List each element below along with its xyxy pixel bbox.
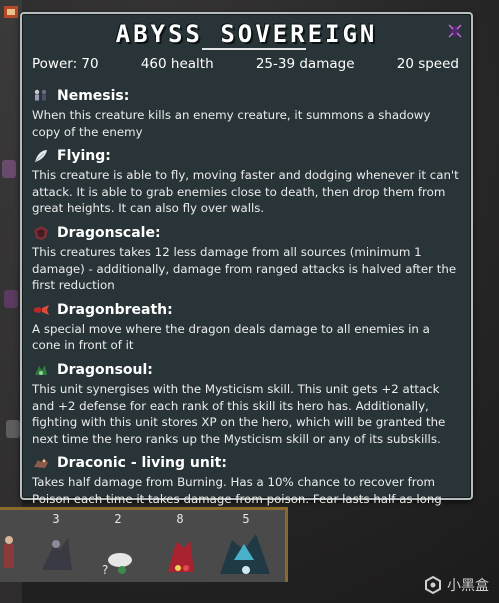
- ability-description: When this creature kills an enemy creatu…: [32, 108, 431, 139]
- stat-health: 460 health: [140, 56, 214, 72]
- ability-description: This unit synergises with the Mysticism …: [32, 381, 446, 446]
- unit-sprite: [168, 540, 194, 572]
- unit-count: 3: [52, 512, 60, 526]
- unit-count: 5: [242, 512, 250, 526]
- unit-portrait-icon[interactable]: [2, 2, 22, 22]
- watermark-text: 小黑盒: [447, 578, 489, 594]
- ability-dragonscale: Dragonscale: This creatures takes 12 les…: [32, 223, 461, 294]
- ability-dragonbreath: Dragonbreath: A special move where the d…: [32, 300, 461, 354]
- dragon-scale-icon: [34, 225, 48, 240]
- unit-sprite: ?: [102, 553, 132, 577]
- unit-slot[interactable]: 3: [26, 512, 86, 580]
- unit-sprite-abyss-sovereign: [220, 534, 270, 574]
- unit-count: 8: [176, 512, 184, 526]
- unit-tooltip: ABYSS SOVEREIGN Power: 70 460 health 25-…: [20, 12, 473, 506]
- svg-text:?: ?: [102, 563, 108, 577]
- ability-list: Nemesis: When this creature kills an ene…: [32, 86, 461, 514]
- background-sprite: [4, 290, 18, 308]
- unit-slot-selected[interactable]: 5: [210, 512, 282, 580]
- stat-power: Power: 70: [32, 56, 99, 72]
- draconic-icon: [34, 458, 48, 469]
- ability-name: Nemesis:: [57, 88, 130, 104]
- tooltip-title: ABYSS SOVEREIGN: [115, 20, 378, 48]
- army-unit-bar: 3 2 ? 8 5: [0, 507, 288, 582]
- watermark: 小黑盒: [423, 575, 489, 595]
- ability-name: Dragonscale:: [57, 224, 161, 241]
- stat-damage: 25-39 damage: [255, 56, 355, 72]
- sovereign-emblem-icon: [448, 24, 462, 38]
- unit-slot[interactable]: 8: [150, 512, 210, 580]
- ability-draconic: Draconic - living unit: Takes half damag…: [32, 453, 461, 507]
- ability-name: Draconic - living unit:: [57, 455, 227, 472]
- title-underline: [202, 48, 306, 50]
- ability-nemesis: Nemesis: When this creature kills an ene…: [32, 86, 461, 140]
- ability-description: Takes half damage from Burning. Has a 10…: [32, 475, 442, 506]
- dragon-soul-icon: [35, 364, 47, 375]
- feather-icon: [34, 150, 47, 163]
- stat-speed: 20 speed: [396, 56, 459, 72]
- ability-description: This creature is able to fly, moving fas…: [32, 168, 459, 216]
- ability-description: A special move where the dragon deals da…: [32, 321, 430, 353]
- background-sprite: [6, 420, 20, 438]
- unit-slot[interactable]: 2 ?: [88, 512, 148, 580]
- shadow-figures-icon: [34, 89, 47, 101]
- ability-name: Dragonsoul:: [57, 361, 153, 378]
- ability-name: Flying:: [57, 148, 111, 165]
- unit-sprite: [42, 538, 72, 570]
- dragon-breath-icon: [34, 304, 49, 315]
- watermark-logo-icon: [425, 575, 441, 595]
- ability-dragonsoul: Dragonsoul: This unit synergises with th…: [32, 360, 461, 447]
- ability-name: Dragonbreath:: [57, 301, 173, 318]
- ability-flying: Flying: This creature is able to fly, mo…: [32, 146, 461, 217]
- background-sprite: [2, 160, 16, 178]
- ability-description: This creatures takes 12 less damage from…: [32, 244, 457, 293]
- unit-stats: Power: 70 460 health 25-39 damage 20 spe…: [32, 56, 459, 72]
- unit-count: 2: [114, 512, 122, 526]
- game-screen: ABYSS SOVEREIGN Power: 70 460 health 25-…: [0, 0, 499, 603]
